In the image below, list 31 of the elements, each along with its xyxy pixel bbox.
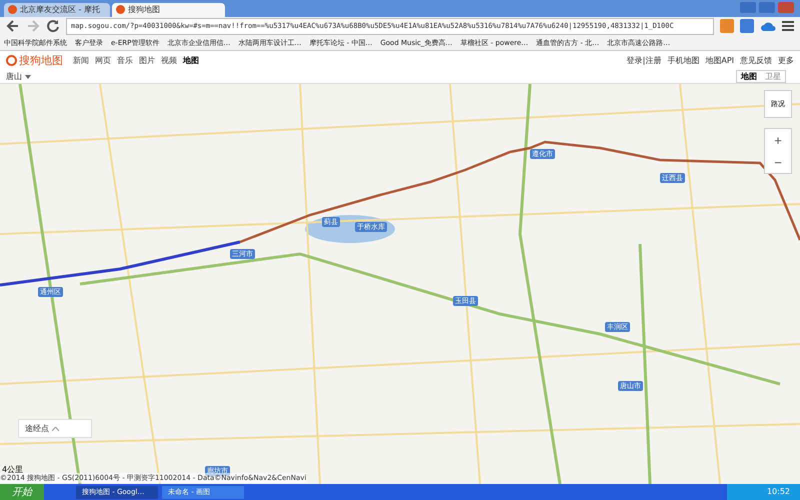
cloud-icon[interactable] (760, 20, 776, 32)
browser-tab[interactable]: 搜狗地图 (112, 2, 225, 17)
caret-icon (24, 75, 31, 80)
header-link[interactable]: 手机地图 (667, 55, 700, 66)
map-layer-toggle[interactable]: 地图 (737, 71, 761, 82)
header-link[interactable]: 登录|注册 (626, 55, 662, 66)
site-nav-link[interactable]: 网页 (95, 55, 111, 66)
map-scale: 4公里 (2, 464, 24, 474)
site-nav-link[interactable]: 地图 (183, 55, 199, 66)
extension-icon[interactable] (740, 19, 754, 34)
map-layer-toggle[interactable]: 卫星 (761, 71, 785, 82)
site-nav-link[interactable]: 视频 (161, 55, 177, 66)
page-icon (8, 5, 17, 14)
via-point-panel[interactable]: 途经点 (18, 419, 92, 438)
header-link[interactable]: 地图API (705, 55, 734, 66)
site-nav-link[interactable]: 新闻 (73, 55, 89, 66)
reload-icon[interactable] (46, 19, 60, 34)
caret-icon (52, 427, 59, 432)
header-link[interactable]: 更多 (778, 55, 794, 66)
menu-icon[interactable] (782, 21, 794, 32)
site-logo[interactable]: 搜狗地图 (6, 53, 63, 68)
back-icon[interactable] (6, 19, 20, 34)
site-nav-link[interactable]: 图片 (139, 55, 155, 66)
clock: 10:52 (726, 484, 800, 500)
extension-icon[interactable] (720, 19, 734, 34)
browser-tab[interactable]: 北京摩友交流区 - 摩托 (4, 2, 110, 17)
page-icon (116, 5, 125, 14)
header-link[interactable]: 意见反馈 (740, 55, 772, 66)
city-selector[interactable]: 唐山 (6, 71, 31, 82)
site-nav-link[interactable]: 音乐 (117, 55, 133, 66)
start-button[interactable]: 开始 (0, 484, 44, 500)
